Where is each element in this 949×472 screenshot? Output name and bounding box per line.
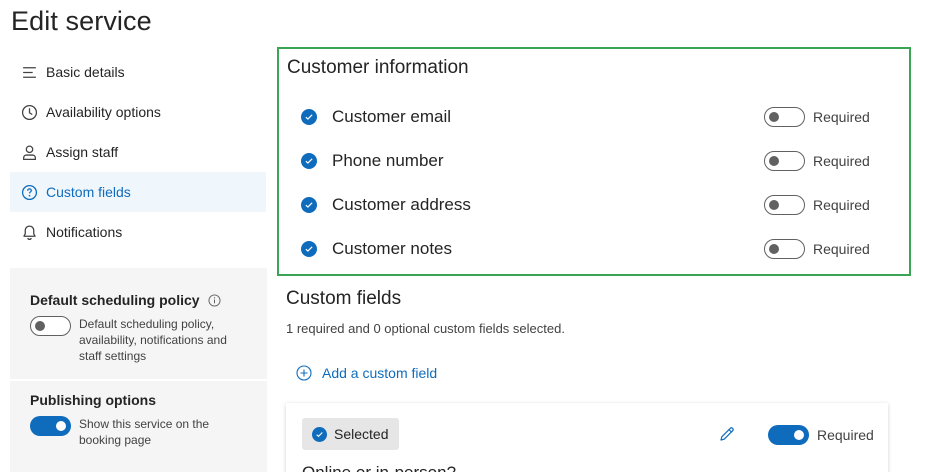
customer-information-title: Customer information	[287, 57, 469, 78]
custom-field-card: Selected Required Online or in-person?	[286, 403, 888, 472]
customer-field-row: Customer email Required	[301, 105, 901, 129]
scheduling-policy-section: Default scheduling policy Default schedu…	[30, 292, 239, 364]
required-toggle[interactable]	[764, 107, 805, 127]
publishing-options-row: Show this service on the booking page	[30, 416, 239, 448]
checkmark-icon[interactable]	[301, 241, 317, 257]
scheduling-policy-title: Default scheduling policy	[30, 292, 239, 308]
selected-label: Selected	[334, 426, 389, 442]
nav-item-assign-staff[interactable]: Assign staff	[10, 132, 266, 172]
selected-chip[interactable]: Selected	[302, 418, 400, 450]
nav-item-availability-options[interactable]: Availability options	[10, 92, 266, 132]
page-title: Edit service	[11, 6, 152, 36]
required-toggle-group: Required	[764, 107, 870, 127]
nav-item-label: Availability options	[46, 104, 161, 120]
customer-field-label: Customer email	[332, 107, 452, 126]
checkmark-icon[interactable]	[301, 109, 317, 125]
customer-field-row: Customer address Required	[301, 193, 901, 217]
customer-field-row: Customer notes Required	[301, 237, 901, 261]
required-toggle-group: Required	[764, 195, 870, 215]
required-label: Required	[813, 109, 870, 125]
scheduling-policy-label: Default scheduling policy	[30, 292, 200, 308]
custom-fields-summary: 1 required and 0 optional custom fields …	[286, 321, 565, 336]
publishing-options-title: Publishing options	[30, 392, 156, 408]
customer-field-label: Phone number	[332, 151, 444, 170]
required-toggle-group: Required	[768, 425, 874, 445]
lines-icon	[20, 63, 38, 81]
nav-item-custom-fields[interactable]: Custom fields	[10, 172, 266, 212]
required-toggle[interactable]	[768, 425, 809, 445]
scheduling-policy-row: Default scheduling policy, availability,…	[30, 316, 239, 364]
required-label: Required	[817, 427, 874, 443]
required-toggle-group: Required	[764, 151, 870, 171]
add-custom-field-button[interactable]: Add a custom field	[296, 365, 437, 381]
required-label: Required	[813, 153, 870, 169]
nav-item-label: Custom fields	[46, 184, 131, 200]
info-icon[interactable]	[208, 293, 221, 307]
customer-field-label: Customer notes	[332, 239, 452, 258]
checkmark-icon[interactable]	[301, 153, 317, 169]
person-icon	[20, 143, 38, 161]
publishing-options-section: Publishing options Show this service on …	[30, 392, 239, 448]
clock-icon	[20, 103, 38, 121]
required-toggle[interactable]	[764, 239, 805, 259]
customer-field-row: Phone number Required	[301, 149, 901, 173]
sidebar-nav: Basic details Availability options Assig…	[10, 52, 266, 252]
customer-field-label: Customer address	[332, 195, 471, 214]
required-label: Required	[813, 197, 870, 213]
nav-item-notifications[interactable]: Notifications	[10, 212, 266, 252]
divider	[10, 379, 267, 381]
checkmark-icon[interactable]	[301, 197, 317, 213]
question-circle-icon	[20, 183, 38, 201]
checkmark-icon	[312, 426, 327, 442]
customer-information-section: Customer information Customer email Requ…	[277, 47, 911, 276]
custom-fields-title: Custom fields	[286, 288, 402, 309]
required-label: Required	[813, 241, 870, 257]
publishing-options-description: Show this service on the booking page	[79, 417, 210, 447]
add-circle-icon	[296, 365, 312, 381]
add-custom-field-label: Add a custom field	[322, 365, 438, 381]
bell-icon	[20, 223, 38, 241]
required-toggle-group: Required	[764, 239, 870, 259]
nav-item-label: Basic details	[46, 64, 125, 80]
publishing-options-toggle[interactable]	[30, 416, 71, 436]
required-toggle[interactable]	[764, 195, 805, 215]
nav-item-label: Notifications	[46, 224, 123, 240]
scheduling-policy-toggle[interactable]	[30, 316, 71, 336]
scheduling-policy-description: Default scheduling policy, availability,…	[79, 317, 227, 363]
policy-panel: Default scheduling policy Default schedu…	[10, 268, 267, 472]
custom-field-question: Online or in-person?	[302, 463, 456, 472]
nav-item-basic-details[interactable]: Basic details	[10, 52, 266, 92]
required-toggle[interactable]	[764, 151, 805, 171]
pencil-icon[interactable]	[718, 425, 736, 443]
nav-item-label: Assign staff	[46, 144, 119, 160]
